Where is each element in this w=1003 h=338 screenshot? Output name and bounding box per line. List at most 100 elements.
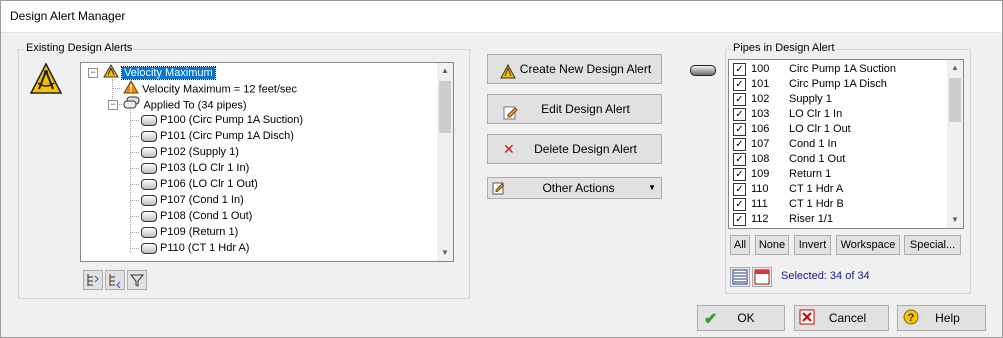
tree-pipe-label: P102 (Supply 1) xyxy=(160,146,239,158)
pipe-list-item[interactable]: ✓ 100 Circ Pump 1A Suction xyxy=(731,62,941,77)
pipe-name: Supply 1 xyxy=(789,93,832,105)
help-icon: ? xyxy=(903,309,919,335)
list-scroll-down-icon[interactable]: ▼ xyxy=(947,212,963,228)
delete-alert-label: Delete Design Alert xyxy=(534,142,637,156)
tree-pipe-label: P108 (Cond 1 Out) xyxy=(160,210,253,222)
delete-alert-button[interactable]: ✕ Delete Design Alert xyxy=(487,134,662,164)
applied-collapse-toggle[interactable]: − xyxy=(108,100,118,110)
pipe-icon xyxy=(690,65,716,76)
pipes-list[interactable]: ✓ 100 Circ Pump 1A Suction ✓ 101 Circ Pump 1A… xyxy=(728,59,964,229)
tree-node-applied[interactable]: Applied To (34 pipes) xyxy=(123,96,247,112)
pipe-checkbox[interactable]: ✓ xyxy=(733,108,746,121)
workspace-button[interactable]: Workspace xyxy=(836,235,900,255)
collapse-all-icon[interactable] xyxy=(105,270,125,290)
invert-selection-button[interactable]: Invert xyxy=(794,235,831,255)
tree-pipe-item[interactable]: P106 (LO Clr 1 Out) xyxy=(141,176,258,192)
ok-label: OK xyxy=(737,311,755,325)
tree-pipe-item[interactable]: P100 (Circ Pump 1A Suction) xyxy=(141,112,303,128)
checkmark-icon: ✔ xyxy=(704,311,718,328)
selected-count: Selected: 34 of 34 xyxy=(781,270,870,282)
pipe-name: Cond 1 In xyxy=(789,138,837,150)
list-scroll-up-icon[interactable]: ▲ xyxy=(947,60,963,76)
pipe-name: Circ Pump 1A Disch xyxy=(789,78,887,90)
pipe-checkbox[interactable]: ✓ xyxy=(733,198,746,211)
table-view-icon[interactable] xyxy=(752,267,772,287)
pipe-list-item[interactable]: ✓ 101 Circ Pump 1A Disch xyxy=(731,77,941,92)
pipe-icon xyxy=(141,242,157,254)
pipe-name: Riser 1/1 xyxy=(789,213,834,225)
pipe-list-item[interactable]: ✓ 103 LO Clr 1 In xyxy=(731,107,941,122)
pipes-list-scrollbar[interactable]: ▲ ▼ xyxy=(947,60,963,228)
tree-pipe-label: P100 (Circ Pump 1A Suction) xyxy=(160,114,304,126)
tree-collapse-toggle[interactable]: − xyxy=(88,68,98,78)
create-alert-button[interactable]: Create New Design Alert xyxy=(487,54,662,84)
pipes-group-icon xyxy=(123,96,141,115)
pipe-number: 106 xyxy=(751,123,770,135)
pipe-list-item[interactable]: ✓ 112 Riser 1/1 xyxy=(731,212,941,227)
tree-pipe-item[interactable]: P108 (Cond 1 Out) xyxy=(141,208,252,224)
select-all-button[interactable]: All xyxy=(730,235,750,255)
pipe-icon xyxy=(141,130,157,142)
pipe-icon xyxy=(141,194,157,206)
pipe-list-item[interactable]: ✓ 106 LO Clr 1 Out xyxy=(731,122,941,137)
tree-pipe-item[interactable]: P101 (Circ Pump 1A Disch) xyxy=(141,128,294,144)
pipe-checkbox[interactable]: ✓ xyxy=(733,123,746,136)
tree-pipe-item[interactable]: P107 (Cond 1 In) xyxy=(141,192,244,208)
tree-node-criterion[interactable]: Velocity Maximum = 12 feet/sec xyxy=(123,80,297,96)
edit-alert-button[interactable]: Edit Design Alert xyxy=(487,94,662,124)
pipe-checkbox[interactable]: ✓ xyxy=(733,78,746,91)
pipe-number: 112 xyxy=(751,213,769,225)
pipe-name: Return 1 xyxy=(789,168,832,180)
cancel-label: Cancel xyxy=(828,311,867,325)
scroll-thumb[interactable] xyxy=(439,81,451,133)
scroll-down-icon[interactable]: ▼ xyxy=(437,245,453,261)
tree-pipe-label: P110 (CT 1 Hdr A) xyxy=(160,242,250,254)
scroll-up-icon[interactable]: ▲ xyxy=(437,63,453,79)
tree-pipe-label: P109 (Return 1) xyxy=(160,226,239,238)
pipe-number: 108 xyxy=(751,153,770,165)
select-none-button[interactable]: None xyxy=(755,235,789,255)
svg-text:?: ? xyxy=(908,312,915,324)
special-button[interactable]: Special... xyxy=(904,235,961,255)
pipe-list-item[interactable]: ✓ 111 CT 1 Hdr B xyxy=(731,197,941,212)
window-title: Design Alert Manager xyxy=(10,9,126,23)
cancel-button[interactable]: Cancel xyxy=(794,305,889,331)
tree-pipe-item[interactable]: P103 (LO Clr 1 In) xyxy=(141,160,249,176)
expand-all-icon[interactable] xyxy=(83,270,103,290)
filter-tree-icon[interactable] xyxy=(127,270,147,290)
pipe-list-item[interactable]: ✓ 108 Cond 1 Out xyxy=(731,152,941,167)
pipe-icon xyxy=(141,226,157,238)
tree-pipe-item[interactable]: P102 (Supply 1) xyxy=(141,144,239,160)
pipe-checkbox[interactable]: ✓ xyxy=(733,183,746,196)
pipe-icon xyxy=(141,114,157,126)
pipe-list-item[interactable]: ✓ 109 Return 1 xyxy=(731,167,941,182)
pipe-checkbox[interactable]: ✓ xyxy=(733,168,746,181)
tree-node-root[interactable]: Velocity Maximum xyxy=(103,64,216,83)
list-scroll-thumb[interactable] xyxy=(949,78,961,122)
help-button[interactable]: ? Help xyxy=(897,305,986,331)
list-view-icon[interactable] xyxy=(730,267,750,287)
delete-x-icon: ✕ xyxy=(503,141,515,157)
tree-pipe-item[interactable]: P109 (Return 1) xyxy=(141,224,238,240)
pipe-checkbox[interactable]: ✓ xyxy=(733,93,746,106)
other-actions-dropdown[interactable]: Other Actions ▼ xyxy=(487,177,662,199)
pipe-number: 107 xyxy=(751,138,770,150)
ok-button[interactable]: ✔ OK xyxy=(697,305,785,331)
pipe-name: CT 1 Hdr B xyxy=(789,198,844,210)
pipe-list-item[interactable]: ✓ 110 CT 1 Hdr A xyxy=(731,182,941,197)
tree-scrollbar[interactable]: ▲ ▼ xyxy=(437,63,453,261)
tree-root-label: Velocity Maximum xyxy=(121,66,216,81)
pipe-number: 111 xyxy=(751,198,768,210)
alerts-tree[interactable]: − Velocity Maximum Velocity Maximum = 12… xyxy=(80,62,454,262)
pipe-list-item[interactable]: ✓ 107 Cond 1 In xyxy=(731,137,941,152)
pipe-number: 110 xyxy=(751,183,769,195)
tree-pipe-item[interactable]: P110 (CT 1 Hdr A) xyxy=(141,240,249,256)
pipe-checkbox[interactable]: ✓ xyxy=(733,213,746,226)
pipe-list-item[interactable]: ✓ 102 Supply 1 xyxy=(731,92,941,107)
pipe-checkbox[interactable]: ✓ xyxy=(733,138,746,151)
pipe-checkbox[interactable]: ✓ xyxy=(733,63,746,76)
pipe-icon xyxy=(141,210,157,222)
velocity-alert-icon xyxy=(103,64,119,83)
pipe-checkbox[interactable]: ✓ xyxy=(733,153,746,166)
create-alert-label: Create New Design Alert xyxy=(519,62,652,76)
